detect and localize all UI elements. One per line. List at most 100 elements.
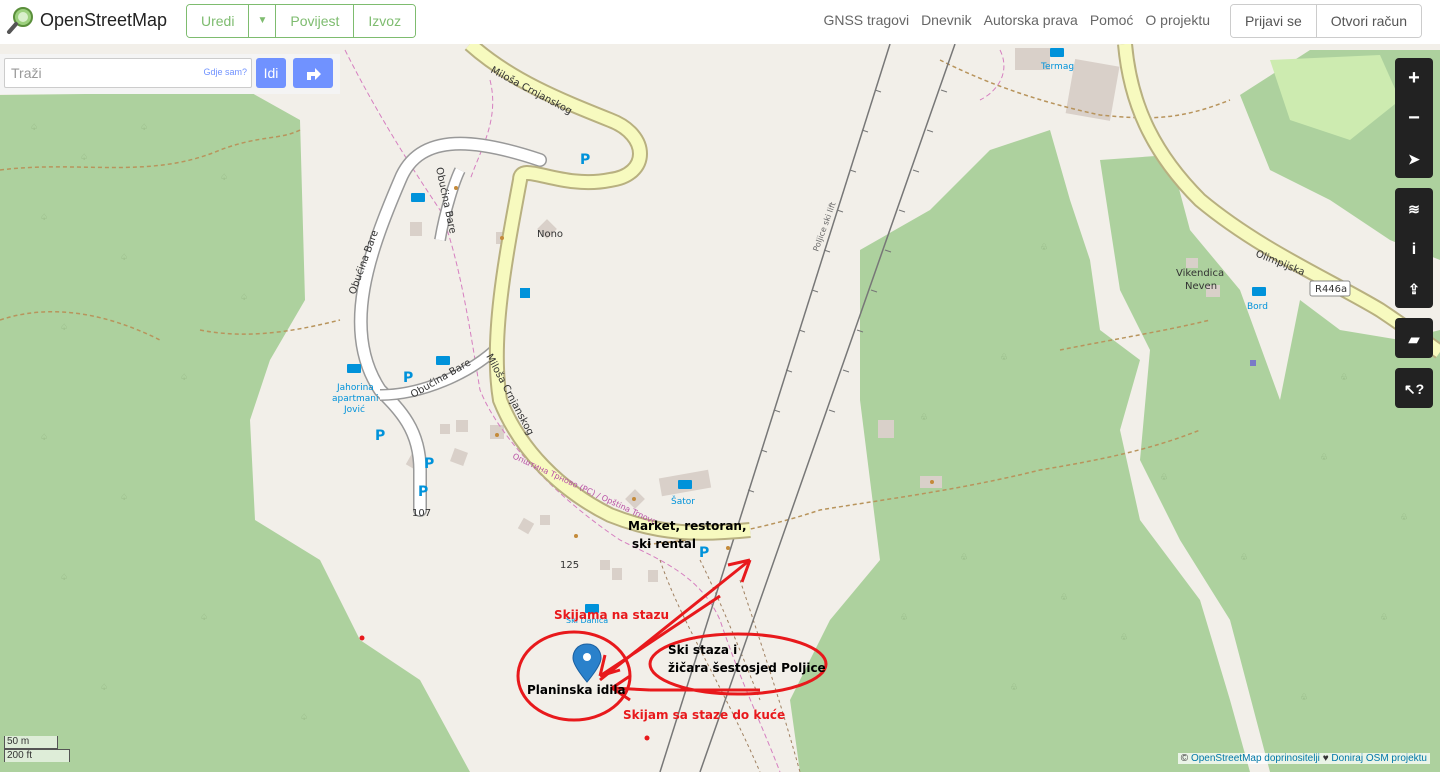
nav-diaries[interactable]: Dnevnik — [921, 12, 972, 28]
query-cursor-icon: ↖? — [1403, 381, 1425, 397]
osm-logo-icon — [7, 7, 33, 34]
history-button[interactable]: Povijest — [276, 5, 355, 37]
map-canvas[interactable]: ♤ ♤ ♤ ♤ ♤ ♤ ♤ ♤ ♤ ♤ ♤ ♤ ♤ ♤ ♤ ♧ ♧ ♧ ♧ ♧ ♧ ♧ ♧ ♧ ♧ ♧ ♧ ♧ ♧ ♧ — [0, 44, 1440, 772]
map-svg: ♤♤♤♤ ♤♤♤♤ ♤♤♤♤ ♤♤♤ ♧♧♧♧ ♧♧♧♧ ♧♧♧♧ ♧♧♧ P … — [0, 44, 1440, 772]
svg-text:♤: ♤ — [100, 683, 108, 693]
directions-icon — [307, 68, 321, 80]
svg-text:Jahorina: Jahorina — [336, 383, 374, 393]
svg-text:P: P — [418, 484, 428, 500]
query-control: ↖? — [1395, 368, 1433, 408]
svg-text:♧: ♧ — [900, 613, 908, 623]
layer-controls: ≋ i ⇪ — [1395, 188, 1433, 308]
svg-text:♤: ♤ — [120, 253, 128, 263]
svg-text:P: P — [424, 456, 434, 472]
note-control: ▰ — [1395, 318, 1433, 358]
layers-button[interactable]: ≋ — [1395, 188, 1433, 228]
directions-button[interactable] — [293, 58, 333, 88]
svg-text:♤: ♤ — [80, 153, 88, 163]
login-button[interactable]: Prijavi se — [1230, 5, 1317, 37]
svg-text:P: P — [403, 370, 413, 386]
svg-text:ski rental: ski rental — [632, 537, 696, 551]
svg-text:♤: ♤ — [180, 373, 188, 383]
svg-text:Termag: Termag — [1040, 62, 1074, 72]
svg-text:♤: ♤ — [300, 713, 308, 723]
svg-text:♧: ♧ — [1000, 353, 1008, 363]
svg-text:♤: ♤ — [200, 613, 208, 623]
attribution: © OpenStreetMap doprinositelji ♥ Doniraj… — [1177, 753, 1430, 764]
svg-text:apartmani: apartmani — [332, 394, 378, 404]
add-note-icon: ▰ — [1408, 331, 1420, 347]
zoom-in-button[interactable]: + — [1395, 58, 1433, 98]
edit-button[interactable]: Uredi — [187, 5, 250, 37]
svg-text:♧: ♧ — [1040, 243, 1048, 253]
svg-text:♧: ♧ — [1160, 473, 1168, 483]
svg-text:♧: ♧ — [1320, 453, 1328, 463]
locate-arrow-icon: ➤ — [1408, 151, 1420, 167]
zoom-out-button[interactable]: − — [1395, 98, 1433, 138]
where-am-i-link[interactable]: Gdje sam? — [203, 67, 247, 77]
svg-text:125: 125 — [560, 560, 579, 571]
svg-text:Market, restoran,: Market, restoran, — [628, 519, 747, 533]
svg-text:♧: ♧ — [1340, 373, 1348, 383]
signup-button[interactable]: Otvori račun — [1316, 5, 1421, 37]
copyright-symbol: © — [1180, 753, 1189, 764]
svg-text:♤: ♤ — [60, 573, 68, 583]
share-button[interactable]: ⇪ — [1395, 268, 1433, 308]
svg-text:Neven: Neven — [1185, 281, 1217, 292]
svg-text:♤: ♤ — [30, 123, 38, 133]
locate-button[interactable]: ➤ — [1395, 138, 1433, 178]
query-features-button[interactable]: ↖? — [1395, 368, 1433, 408]
scale-imperial: 200 ft — [4, 749, 70, 762]
app-title: OpenStreetMap — [40, 9, 168, 30]
osm-contributors-link[interactable]: OpenStreetMap doprinositelji — [1191, 753, 1320, 764]
svg-text:♤: ♤ — [240, 293, 248, 303]
auth-buttons: Prijavi se Otvori račun — [1229, 4, 1422, 38]
nav-copyright[interactable]: Autorska prava — [984, 12, 1078, 28]
svg-text:♤: ♤ — [220, 173, 228, 183]
svg-text:Ski staza i: Ski staza i — [668, 643, 737, 657]
svg-text:♤: ♤ — [60, 323, 68, 333]
search-input[interactable]: Traži Gdje sam? — [4, 58, 252, 88]
svg-text:♤: ♤ — [140, 123, 148, 133]
nav-gps-traces[interactable]: GNSS tragovi — [823, 12, 909, 28]
svg-text:♧: ♧ — [1300, 693, 1308, 703]
svg-text:♧: ♧ — [1010, 683, 1018, 693]
secondary-nav: GNSS tragovi Dnevnik Autorska prava Pomo… — [823, 12, 1210, 28]
svg-text:♧: ♧ — [920, 413, 928, 423]
svg-text:Skijam sa staze do kuće: Skijam sa staze do kuće — [623, 708, 785, 722]
search-go-button[interactable]: Idi — [256, 58, 286, 88]
info-icon: i — [1411, 241, 1417, 258]
svg-text:♧: ♧ — [1240, 553, 1248, 563]
svg-text:Vikendica: Vikendica — [1176, 268, 1224, 279]
nav-help[interactable]: Pomoć — [1090, 12, 1134, 28]
svg-text:♤: ♤ — [120, 493, 128, 503]
svg-text:107: 107 — [412, 508, 431, 519]
donate-link[interactable]: Doniraj OSM projektu — [1331, 753, 1427, 764]
search-bar: Traži Gdje sam? Idi — [0, 54, 340, 94]
share-icon: ⇪ — [1408, 281, 1420, 297]
svg-text:♧: ♧ — [1400, 513, 1408, 523]
scale-bar: 50 m 200 ft — [4, 736, 70, 762]
svg-text:P: P — [375, 428, 385, 444]
scale-metric: 50 m — [4, 736, 58, 749]
logo[interactable]: OpenStreetMap — [6, 6, 167, 34]
layers-icon: ≋ — [1408, 201, 1420, 217]
edit-dropdown-chevron-icon[interactable]: ▼ — [249, 5, 277, 37]
zoom-controls: + − ➤ — [1395, 58, 1433, 178]
edit-button-group: Uredi ▼ Povijest Izvoz — [186, 4, 417, 38]
nav-about[interactable]: O projektu — [1145, 12, 1210, 28]
svg-text:Nono: Nono — [537, 229, 563, 240]
map-info-button[interactable]: i — [1395, 228, 1433, 268]
svg-text:Šator: Šator — [671, 495, 695, 507]
svg-text:♧: ♧ — [1380, 613, 1388, 623]
export-button[interactable]: Izvoz — [354, 5, 416, 37]
svg-text:R446a: R446a — [1315, 284, 1347, 295]
header: OpenStreetMap Uredi ▼ Povijest Izvoz GNS… — [0, 0, 1440, 44]
search-placeholder: Traži — [11, 65, 42, 81]
svg-text:Jović: Jović — [343, 404, 365, 415]
heart-icon: ♥ — [1322, 753, 1329, 764]
svg-text:P: P — [699, 545, 709, 561]
svg-text:♧: ♧ — [1060, 593, 1068, 603]
svg-text:♧: ♧ — [960, 553, 968, 563]
add-note-button[interactable]: ▰ — [1395, 318, 1433, 358]
